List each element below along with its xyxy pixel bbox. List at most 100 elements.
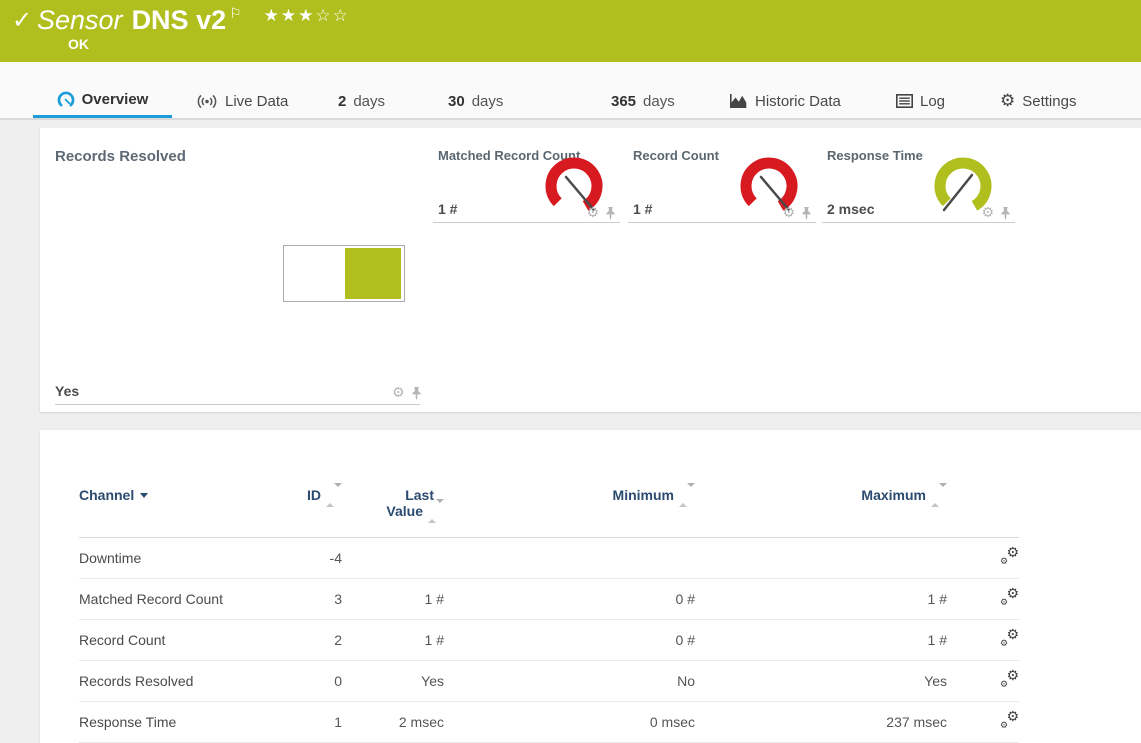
- sensor-overview-page: ✓ Sensor DNS v2 ⚐ ★★★☆☆ OK Overview Live…: [0, 0, 1141, 743]
- gauge-title: Response Time: [827, 148, 923, 163]
- channel-settings-icon[interactable]: ⚙⚙: [1000, 548, 1019, 565]
- sort-desc-icon: [140, 493, 148, 498]
- column-header-channel[interactable]: Channel: [79, 460, 289, 537]
- gauge-value: 1 #: [438, 201, 457, 217]
- sensor-title-prefix: Sensor: [37, 3, 123, 37]
- table-row: Records Resolved 0 Yes No Yes ⚙⚙: [79, 660, 1019, 701]
- gear-icon[interactable]: ⚙: [981, 205, 994, 221]
- tab-settings[interactable]: ⚙ Settings: [1000, 84, 1076, 118]
- tab-overview[interactable]: Overview: [33, 84, 172, 118]
- table-row: Matched Record Count 3 1 # 0 # 1 # ⚙⚙: [79, 578, 1019, 619]
- gear-icon[interactable]: ⚙: [586, 205, 599, 221]
- tab-label: days: [643, 93, 675, 110]
- channel-maximum: 237 msec: [695, 701, 947, 742]
- channel-settings-icon[interactable]: ⚙⚙: [1000, 671, 1019, 688]
- tab-label: Log: [920, 93, 945, 110]
- yes-bar: [345, 248, 401, 299]
- channel-minimum: No: [444, 660, 695, 701]
- sensor-title-row: Sensor DNS v2 ⚐ ★★★☆☆: [37, 3, 350, 37]
- gear-icon[interactable]: ⚙: [392, 385, 405, 401]
- priority-stars[interactable]: ★★★☆☆: [264, 6, 350, 26]
- tab-live-data[interactable]: Live Data: [196, 84, 288, 118]
- column-label: ID: [307, 487, 321, 503]
- gauge-value: 1 #: [633, 201, 652, 217]
- tab-label: Live Data: [225, 93, 288, 110]
- gauge-panel-response-time: Response Time 2 msec ⚙: [822, 128, 1015, 224]
- tab-bar: Overview Live Data 2 days 30 days 365 da…: [0, 62, 1141, 120]
- sensor-header: ✓ Sensor DNS v2 ⚐ ★★★☆☆ OK: [0, 0, 1141, 62]
- column-header-actions: [947, 460, 1019, 537]
- gear-icon: ⚙: [1000, 598, 1008, 608]
- column-header-id[interactable]: ID: [289, 460, 342, 537]
- gauge-panel-record-count: Record Count 1 # ⚙: [628, 128, 816, 224]
- gauge-value: 2 msec: [827, 201, 874, 217]
- table-row: Record Count 2 1 # 0 # 1 # ⚙⚙: [79, 619, 1019, 660]
- sensor-name: DNS v2: [132, 3, 227, 37]
- sort-icon: [679, 487, 695, 503]
- pin-icon[interactable]: [605, 207, 616, 220]
- records-resolved-mini-graph: [283, 245, 405, 302]
- sensor-status-badge: OK: [68, 36, 89, 52]
- channel-settings-icon[interactable]: ⚙⚙: [1000, 630, 1019, 647]
- pin-icon[interactable]: [411, 387, 422, 400]
- gear-icon[interactable]: ⚙: [782, 205, 795, 221]
- column-header-maximum[interactable]: Maximum: [695, 460, 947, 537]
- tab-label: Settings: [1022, 93, 1076, 110]
- panel-actions: ⚙: [586, 205, 616, 221]
- pin-icon[interactable]: [801, 207, 812, 220]
- pin-icon[interactable]: [1000, 207, 1011, 220]
- channel-last-value: Yes: [342, 660, 444, 701]
- panel-actions: ⚙: [392, 385, 422, 401]
- channel-name: Matched Record Count: [79, 578, 289, 619]
- channel-maximum: [695, 537, 947, 578]
- channel-minimum: 0 #: [444, 578, 695, 619]
- channel-last-value: 1 #: [342, 578, 444, 619]
- channel-table-card: Channel ID Last Value Minimum Maximum Do…: [40, 430, 1141, 743]
- channel-settings-icon[interactable]: ⚙⚙: [1000, 712, 1019, 729]
- tab-label: Historic Data: [755, 93, 841, 110]
- channel-id: 2: [289, 619, 342, 660]
- gear-icon: ⚙: [1000, 680, 1008, 690]
- channel-id: 0: [289, 660, 342, 701]
- records-resolved-footer-value: Yes: [55, 383, 79, 399]
- gear-icon: ⚙: [1000, 639, 1008, 649]
- channel-maximum: 1 #: [695, 578, 947, 619]
- tab-30-days[interactable]: 30 days: [448, 84, 503, 118]
- gear-icon: ⚙: [1006, 586, 1019, 602]
- column-header-minimum[interactable]: Minimum: [444, 460, 695, 537]
- channel-last-value: [342, 537, 444, 578]
- gauge-needle: [944, 175, 972, 210]
- sort-icon: [931, 487, 947, 503]
- channel-minimum: 0 #: [444, 619, 695, 660]
- tab-number: 2: [338, 93, 346, 110]
- tab-2-days[interactable]: 2 days: [338, 84, 385, 118]
- tab-365-days[interactable]: 365 days: [611, 84, 675, 118]
- column-label: Value: [386, 503, 423, 519]
- column-label: Maximum: [861, 487, 926, 503]
- channel-minimum: 0 msec: [444, 701, 695, 742]
- channel-last-value: 2 msec: [342, 701, 444, 742]
- table-row: Downtime -4 ⚙⚙: [79, 537, 1019, 578]
- sort-icon: [326, 487, 342, 503]
- gear-icon: ⚙: [1006, 709, 1019, 725]
- column-label: Last: [342, 487, 444, 503]
- gauge-panel-matched-record-count: Matched Record Count 1 # ⚙: [433, 128, 620, 224]
- channel-id: 3: [289, 578, 342, 619]
- tab-number: 365: [611, 93, 636, 110]
- channel-settings-icon[interactable]: ⚙⚙: [1000, 589, 1019, 606]
- tab-historic-data[interactable]: Historic Data: [729, 84, 841, 118]
- broadcast-icon: [196, 93, 218, 110]
- gear-icon: ⚙: [1000, 721, 1008, 731]
- panel-divider: [628, 222, 816, 223]
- table-row: Response Time 1 2 msec 0 msec 237 msec ⚙…: [79, 701, 1019, 742]
- table-header-row: Channel ID Last Value Minimum Maximum: [79, 460, 1019, 537]
- panel-divider: [433, 222, 620, 223]
- tab-label: days: [353, 93, 385, 110]
- tab-label: Overview: [82, 91, 149, 108]
- channel-name: Response Time: [79, 701, 289, 742]
- tab-log[interactable]: Log: [896, 84, 945, 118]
- channel-id: -4: [289, 537, 342, 578]
- panel-actions: ⚙: [782, 205, 812, 221]
- records-resolved-title: Records Resolved: [55, 148, 186, 165]
- column-header-last-value[interactable]: Last Value: [342, 460, 444, 537]
